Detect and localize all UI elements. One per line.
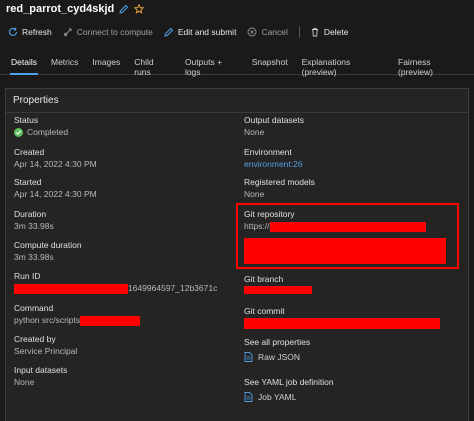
tab-images[interactable]: Images: [87, 51, 125, 74]
input-datasets-value: None: [14, 377, 35, 387]
run-id-label: Run ID: [14, 271, 41, 281]
created-by-value: Service Principal: [14, 346, 78, 356]
toolbar: Refresh Connect to compute Edit and subm…: [0, 23, 474, 41]
git-branch-label: Git branch: [244, 274, 284, 284]
status-label: Status: [14, 115, 39, 125]
redacted-block: [244, 286, 312, 294]
connect-to-compute-button[interactable]: Connect to compute: [63, 27, 153, 37]
tab-snapshot[interactable]: Snapshot: [247, 51, 293, 74]
command-value: python src/scripts: [14, 315, 141, 326]
tab-explanations[interactable]: Explanations (preview): [297, 51, 389, 77]
edit-label: Edit and submit: [177, 27, 237, 37]
redacted-block: [80, 315, 141, 326]
cancel-button[interactable]: Cancel: [247, 27, 288, 37]
job-yaml-link[interactable]: Job YAML: [244, 392, 334, 402]
environment-label: Environment: [244, 147, 292, 157]
git-commit-field: Git commit: [244, 306, 440, 329]
created-field: Created Apr 14, 2022 4:30 PM: [14, 147, 97, 170]
raw-json-link[interactable]: Raw JSON: [244, 352, 310, 362]
duration-field: Duration 3m 33.98s: [14, 209, 54, 232]
registered-models-label: Registered models: [244, 177, 315, 187]
properties-heading: Properties: [6, 89, 468, 113]
tab-child-runs[interactable]: Child runs: [129, 51, 176, 77]
edit-icon: [164, 27, 174, 37]
delete-label: Delete: [323, 27, 349, 37]
yaml-label: See YAML job definition: [244, 377, 334, 387]
created-label: Created: [14, 147, 45, 157]
cancel-label: Cancel: [261, 27, 288, 37]
git-branch-field: Git branch: [244, 274, 312, 294]
compute-duration-field: Compute duration 3m 33.98s: [14, 240, 82, 263]
edit-and-submit-button[interactable]: Edit and submit: [164, 27, 237, 37]
run-title: red_parrot_cyd4skjd: [6, 3, 115, 15]
document-icon: [244, 352, 253, 362]
run-id-value: 1649964597_12b3671c: [14, 283, 217, 294]
refresh-button[interactable]: Refresh: [8, 27, 52, 37]
cancel-icon: [247, 27, 257, 37]
output-datasets-value: None: [244, 127, 265, 137]
compute-duration-label: Compute duration: [14, 240, 82, 250]
pencil-icon[interactable]: [119, 4, 129, 14]
yaml-field: See YAML job definition Job YAML: [244, 377, 334, 402]
git-commit-label: Git commit: [244, 306, 285, 316]
output-datasets-field: Output datasets None: [244, 115, 304, 138]
git-branch-value: [244, 286, 312, 294]
document-icon: [244, 392, 253, 402]
environment-field: Environment environment:26: [244, 147, 303, 170]
job-yaml-label: Job YAML: [258, 392, 297, 402]
status-text: Completed: [27, 127, 69, 137]
connect-label: Connect to compute: [76, 27, 153, 37]
star-icon[interactable]: [134, 4, 145, 14]
created-by-label: Created by: [14, 334, 56, 344]
tab-details[interactable]: Details: [6, 51, 42, 75]
tab-metrics[interactable]: Metrics: [46, 51, 83, 74]
tab-outputs-logs[interactable]: Outputs + logs: [180, 51, 243, 77]
redacted-block: [14, 283, 128, 294]
created-value: Apr 14, 2022 4:30 PM: [14, 159, 97, 169]
run-id-suffix: 1649964597_12b3671c: [128, 283, 218, 293]
raw-json-label: Raw JSON: [258, 352, 301, 362]
duration-label: Duration: [14, 209, 47, 219]
all-properties-field: See all properties Raw JSON: [244, 337, 310, 362]
status-value: Completed: [14, 127, 68, 138]
delete-icon: [311, 27, 318, 37]
redacted-block: [244, 318, 440, 329]
title-row: red_parrot_cyd4skjd: [0, 0, 145, 18]
registered-models-value: None: [244, 189, 265, 199]
input-datasets-label: Input datasets: [14, 365, 68, 375]
delete-button[interactable]: Delete: [310, 27, 349, 37]
git-repository-highlight: [236, 203, 459, 269]
check-icon: [14, 128, 23, 137]
started-value: Apr 14, 2022 4:30 PM: [14, 189, 97, 199]
started-field: Started Apr 14, 2022 4:30 PM: [14, 177, 97, 200]
toolbar-divider: [298, 26, 300, 38]
duration-value: 3m 33.98s: [14, 221, 54, 231]
started-label: Started: [14, 177, 42, 187]
git-commit-value: [244, 318, 440, 329]
registered-models-field: Registered models None: [244, 177, 315, 200]
connect-icon: [63, 28, 72, 37]
input-datasets-field: Input datasets None: [14, 365, 67, 388]
status-field: Status Completed: [14, 115, 68, 138]
refresh-label: Refresh: [22, 27, 52, 37]
command-field: Command python src/scripts: [14, 303, 141, 326]
command-prefix: python src/scripts: [14, 315, 81, 325]
command-label: Command: [14, 303, 54, 313]
output-datasets-label: Output datasets: [244, 115, 305, 125]
refresh-icon: [9, 27, 18, 36]
environment-link[interactable]: environment:26: [244, 159, 303, 170]
compute-duration-value: 3m 33.98s: [14, 252, 54, 262]
run-id-field: Run ID 1649964597_12b3671c: [14, 271, 217, 294]
created-by-field: Created by Service Principal: [14, 334, 77, 357]
tab-bar: Details Metrics Images Child runs Output…: [0, 51, 474, 77]
all-properties-label: See all properties: [244, 337, 311, 347]
tab-fairness[interactable]: Fairness (preview): [393, 51, 470, 77]
